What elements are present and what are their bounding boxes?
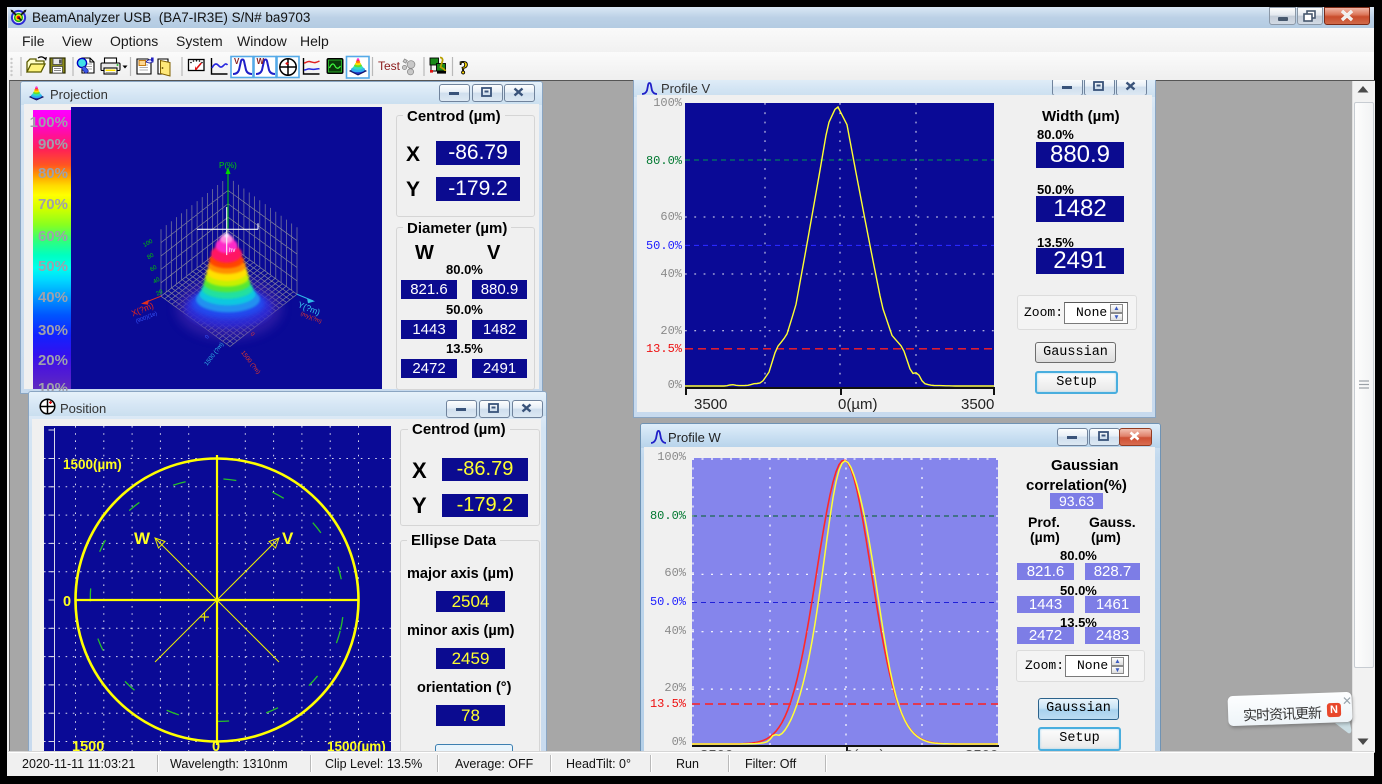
svg-text:?: ? [459, 58, 469, 79]
svg-text:W: W [257, 57, 265, 66]
svg-text:hv: hv [229, 248, 235, 254]
svg-text:V: V [282, 529, 294, 548]
svg-text:Test: Test [378, 59, 401, 73]
svg-text:1500(µm): 1500(µm) [327, 739, 386, 752]
svg-text:P(%): P(%) [219, 161, 237, 170]
svg-text:W: W [134, 529, 151, 548]
svg-text:0: 0 [212, 739, 220, 752]
svg-text:V: V [234, 57, 240, 66]
svg-text:1500: 1500 [72, 739, 104, 752]
svg-text:0: 0 [63, 594, 71, 610]
svg-text:1500(µm): 1500(µm) [63, 457, 122, 472]
